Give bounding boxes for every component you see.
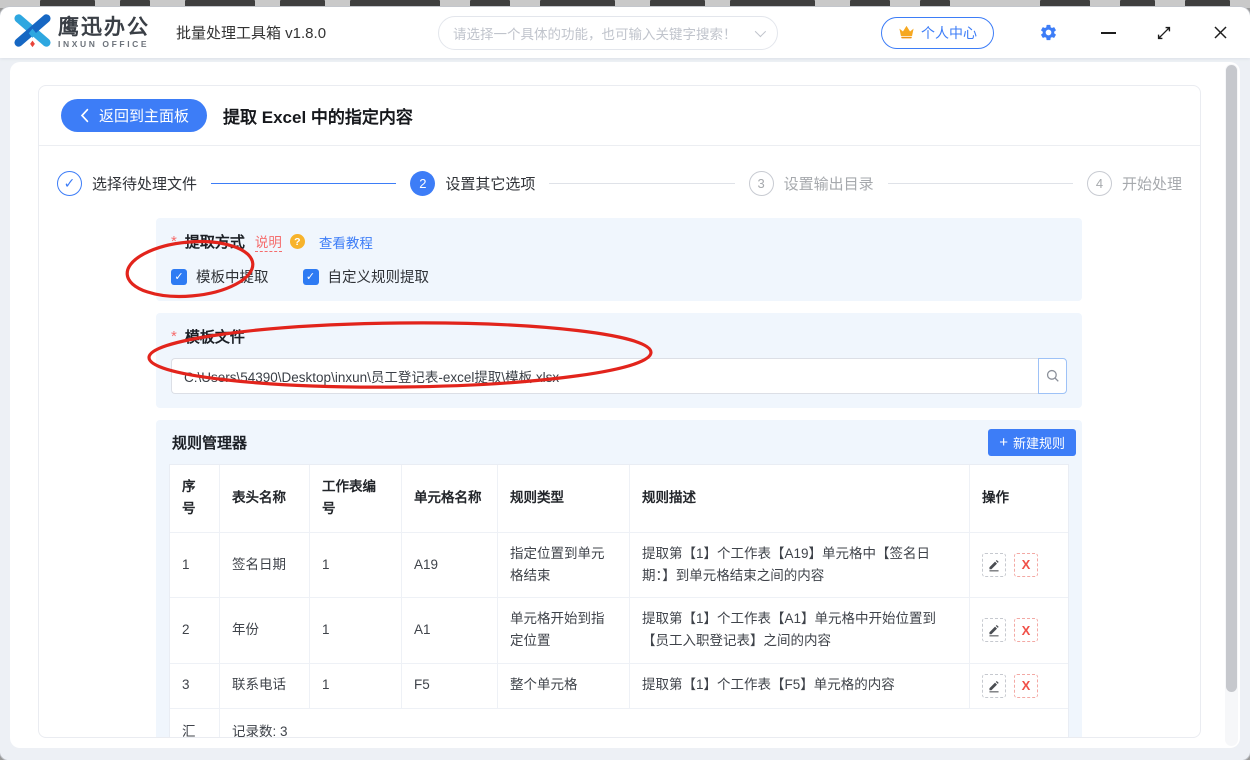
checkbox-checked-icon: ✓ <box>171 269 187 285</box>
tutorial-link[interactable]: 查看教程 <box>319 232 373 252</box>
edit-rule-button[interactable] <box>982 553 1006 577</box>
help-link[interactable]: 说明 <box>255 231 282 252</box>
page-title: 提取 Excel 中的指定内容 <box>223 103 413 128</box>
delete-rule-button[interactable]: X <box>1014 553 1038 577</box>
scrollbar[interactable] <box>1225 64 1238 746</box>
delete-rule-button[interactable]: X <box>1014 618 1038 642</box>
app-window: 鹰迅办公 INXUN OFFICE 批量处理工具箱 v1.8.0 请选择一个具体… <box>0 0 1250 760</box>
step-label: 开始处理 <box>1122 173 1182 194</box>
back-to-dashboard-button[interactable]: 返回到主面板 <box>61 99 207 132</box>
app-title: 批量处理工具箱 v1.8.0 <box>176 22 326 43</box>
step-number: 2 <box>410 171 435 196</box>
chevron-left-icon <box>79 108 90 123</box>
table-header-row: 序号 表头名称 工作表编号 单元格名称 规则类型 规则描述 操作 <box>170 465 1068 533</box>
step-label: 设置其它选项 <box>445 173 535 194</box>
edit-rule-button[interactable] <box>982 674 1006 698</box>
scrollbar-thumb[interactable] <box>1226 65 1237 692</box>
step-connector <box>211 183 396 185</box>
checkbox-template-extract[interactable]: ✓ 模板中提取 <box>171 266 269 287</box>
required-asterisk: * <box>171 233 177 250</box>
rule-manager-title: 规则管理器 <box>172 432 247 453</box>
question-mark-icon[interactable]: ? <box>290 234 305 249</box>
logo-x-icon <box>14 12 51 54</box>
pencil-icon <box>987 558 1001 572</box>
table-row: 2 年份 1 A1 单元格开始到指定位置 提取第【1】个工作表【A1】单元格中开… <box>170 598 1068 664</box>
user-center-button[interactable]: 个人中心 <box>881 17 994 49</box>
extract-method-section: * 提取方式 说明 ? 查看教程 ✓ 模板中提取 <box>156 218 1082 301</box>
col-index: 序号 <box>170 465 220 533</box>
step-3-output-dir: 3 设置输出目录 <box>749 171 874 196</box>
page-header: 返回到主面板 提取 Excel 中的指定内容 <box>39 86 1200 146</box>
step-connector <box>888 183 1073 185</box>
pencil-icon <box>987 679 1001 693</box>
settings-button[interactable] <box>1036 21 1060 45</box>
new-rule-button[interactable]: + 新建规则 <box>988 429 1076 456</box>
wizard-stepper: ✓ 选择待处理文件 2 设置其它选项 3 设置输出目录 <box>39 146 1200 212</box>
col-header-name: 表头名称 <box>220 465 310 533</box>
checkbox-label: 模板中提取 <box>196 266 269 287</box>
step-2-options: 2 设置其它选项 <box>410 171 535 196</box>
pencil-icon <box>987 623 1001 637</box>
close-icon <box>1212 24 1229 41</box>
col-rule-desc: 规则描述 <box>630 465 970 533</box>
step-label: 选择待处理文件 <box>92 173 197 194</box>
checkbox-custom-rule-extract[interactable]: ✓ 自定义规则提取 <box>303 266 430 287</box>
required-asterisk: * <box>171 328 177 345</box>
summary-label: 汇总 <box>170 709 220 738</box>
step-label: 设置输出目录 <box>784 173 874 194</box>
new-rule-label: 新建规则 <box>1013 433 1065 452</box>
content-area: 返回到主面板 提取 Excel 中的指定内容 ✓ 选择待处理文件 2 <box>0 58 1250 760</box>
delete-rule-button[interactable]: X <box>1014 674 1038 698</box>
restore-button[interactable] <box>1152 21 1176 45</box>
checkbox-checked-icon: ✓ <box>303 269 319 285</box>
col-actions: 操作 <box>970 465 1068 533</box>
edit-rule-button[interactable] <box>982 618 1006 642</box>
minimize-icon <box>1101 32 1116 34</box>
table-summary-row: 汇总 记录数: 3 <box>170 709 1068 738</box>
col-rule-type: 规则类型 <box>498 465 630 533</box>
content-card: 返回到主面板 提取 Excel 中的指定内容 ✓ 选择待处理文件 2 <box>10 62 1240 748</box>
step-number: 3 <box>749 171 774 196</box>
search-icon <box>1045 368 1061 384</box>
plus-icon: + <box>999 435 1008 450</box>
user-center-label: 个人中心 <box>921 23 977 43</box>
step-4-start: 4 开始处理 <box>1087 171 1182 196</box>
brand-name: 鹰迅办公 <box>58 17 150 38</box>
chevron-down-icon <box>755 25 766 36</box>
minimize-button[interactable] <box>1096 21 1120 45</box>
template-file-path-input[interactable] <box>171 358 1038 394</box>
col-cell-name: 单元格名称 <box>402 465 498 533</box>
titlebar: 鹰迅办公 INXUN OFFICE 批量处理工具箱 v1.8.0 请选择一个具体… <box>0 7 1250 58</box>
main-window: 鹰迅办公 INXUN OFFICE 批量处理工具箱 v1.8.0 请选择一个具体… <box>0 7 1250 760</box>
table-row: 1 签名日期 1 A19 指定位置到单元格结束 提取第【1】个工作表【A19】单… <box>170 533 1068 599</box>
brand-name-en: INXUN OFFICE <box>58 40 150 49</box>
checkbox-label: 自定义规则提取 <box>328 266 430 287</box>
step-number: 4 <box>1087 171 1112 196</box>
step-connector <box>549 183 734 185</box>
gear-icon <box>1039 23 1058 42</box>
app-logo: 鹰迅办公 INXUN OFFICE <box>14 12 150 54</box>
col-sheet-no: 工作表编号 <box>310 465 402 533</box>
check-icon: ✓ <box>57 171 82 196</box>
search-select-placeholder: 请选择一个具体的功能，也可输入关键字搜索！ <box>453 23 737 43</box>
crown-icon <box>898 24 915 42</box>
template-file-section: * 模板文件 <box>156 313 1082 408</box>
table-row: 3 联系电话 1 F5 整个单元格 提取第【1】个工作表【F5】单元格的内容 <box>170 664 1068 709</box>
rules-table: 序号 表头名称 工作表编号 单元格名称 规则类型 规则描述 操作 1 <box>169 464 1069 738</box>
close-button[interactable] <box>1208 21 1232 45</box>
rule-manager-section: 规则管理器 + 新建规则 序号 表头名称 工作表编号 <box>156 420 1082 738</box>
record-count: 记录数: 3 <box>220 709 1068 738</box>
browse-file-button[interactable] <box>1038 358 1067 394</box>
back-button-label: 返回到主面板 <box>99 105 189 126</box>
step-1-select-files: ✓ 选择待处理文件 <box>57 171 197 196</box>
resize-icon <box>1156 25 1172 41</box>
function-search-select[interactable]: 请选择一个具体的功能，也可输入关键字搜索！ <box>438 16 778 50</box>
extract-method-label: 提取方式 <box>185 231 245 252</box>
wizard-panel: 返回到主面板 提取 Excel 中的指定内容 ✓ 选择待处理文件 2 <box>38 85 1201 738</box>
template-file-label: 模板文件 <box>185 326 245 347</box>
